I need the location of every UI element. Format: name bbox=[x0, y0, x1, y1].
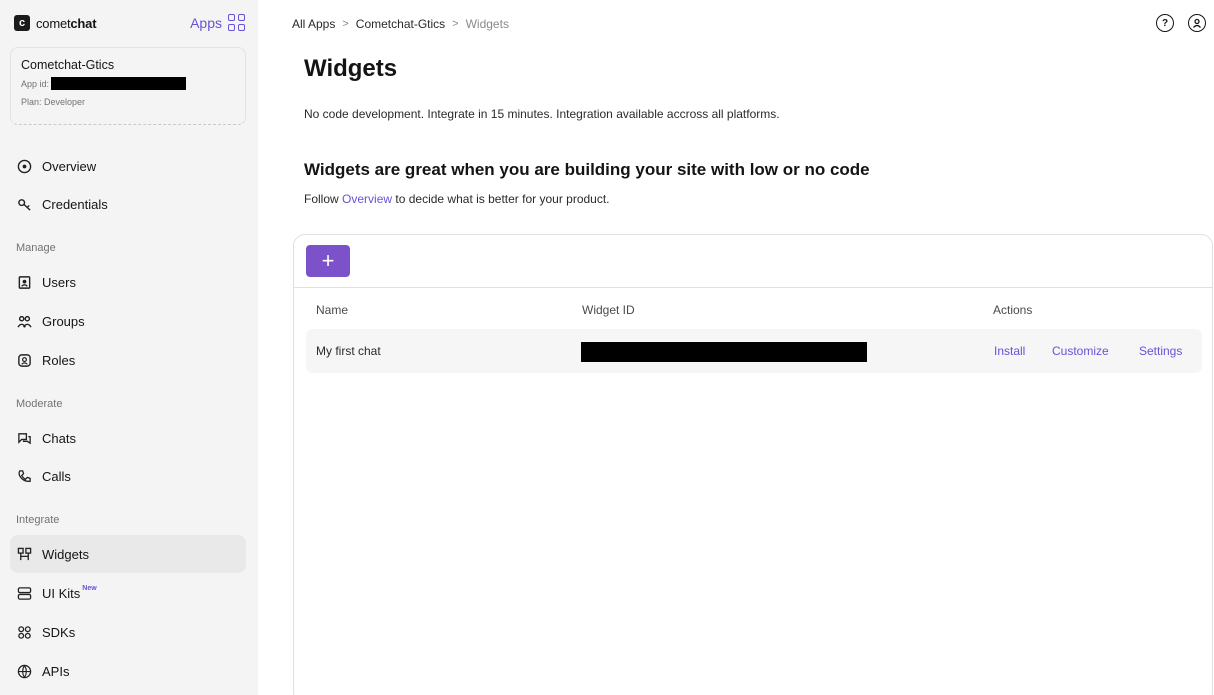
overview-link[interactable]: Overview bbox=[342, 192, 392, 206]
profile-icon[interactable] bbox=[1188, 14, 1206, 32]
sidebar-item-label: Credentials bbox=[42, 196, 108, 212]
widgets-icon bbox=[16, 546, 32, 562]
brand-logo-link[interactable]: c cometchat bbox=[14, 15, 97, 31]
sidebar: c cometchat Apps Cometchat-Gtics App id:… bbox=[0, 0, 258, 695]
sidebar-item-credentials[interactable]: Credentials bbox=[10, 185, 246, 223]
widget-id-redacted bbox=[581, 342, 867, 362]
breadcrumb-separator: > bbox=[452, 18, 459, 30]
section-label-moderate: Moderate bbox=[16, 398, 63, 410]
sidebar-item-label: UI Kits bbox=[42, 585, 81, 601]
divider bbox=[294, 287, 1212, 288]
cometchat-logo-icon: c bbox=[14, 15, 30, 31]
app-card[interactable]: Cometchat-Gtics App id: Plan: Developer bbox=[10, 47, 246, 125]
ui-kits-icon bbox=[16, 585, 32, 601]
apis-icon bbox=[16, 663, 32, 679]
sidebar-item-label: APIs bbox=[42, 663, 70, 679]
users-icon bbox=[16, 274, 32, 290]
apps-grid-icon bbox=[228, 14, 246, 32]
sidebar-item-sdks[interactable]: SDKs bbox=[10, 613, 246, 651]
brand-row: c cometchat Apps bbox=[14, 12, 246, 34]
credentials-icon bbox=[16, 196, 32, 212]
table-row: My first chat Install Customize Settings bbox=[306, 329, 1202, 373]
sidebar-item-users[interactable]: Users bbox=[10, 263, 246, 301]
breadcrumb-current: Widgets bbox=[465, 17, 509, 31]
chats-icon bbox=[16, 430, 32, 446]
sidebar-item-groups[interactable]: Groups bbox=[10, 302, 246, 340]
page-title: Widgets bbox=[304, 55, 398, 82]
section-label-integrate: Integrate bbox=[16, 514, 60, 526]
apps-link-label: Apps bbox=[190, 15, 222, 31]
overview-icon bbox=[16, 158, 32, 174]
widgets-panel: + Name Widget ID Actions My first chat I… bbox=[293, 234, 1213, 695]
breadcrumb-all-apps[interactable]: All Apps bbox=[292, 17, 335, 31]
sidebar-item-apis[interactable]: APIs bbox=[10, 652, 246, 690]
customize-link[interactable]: Customize bbox=[1052, 344, 1109, 358]
sidebar-item-label: Widgets bbox=[42, 546, 89, 562]
app-id-redacted bbox=[51, 77, 187, 90]
widget-name: My first chat bbox=[316, 344, 381, 358]
install-link[interactable]: Install bbox=[994, 344, 1025, 358]
breadcrumb-separator: > bbox=[342, 18, 349, 30]
section-title: Widgets are great when you are building … bbox=[304, 160, 870, 179]
sidebar-item-roles[interactable]: Roles bbox=[10, 341, 246, 379]
settings-link[interactable]: Settings bbox=[1139, 344, 1182, 358]
section-label-manage: Manage bbox=[16, 242, 56, 254]
sidebar-item-label: Users bbox=[42, 274, 76, 290]
brand-name: cometchat bbox=[36, 15, 97, 31]
sidebar-item-widgets[interactable]: Widgets bbox=[10, 535, 246, 573]
column-header-name: Name bbox=[316, 303, 349, 317]
add-widget-button[interactable]: + bbox=[306, 245, 350, 277]
sidebar-item-ui-kits[interactable]: UI Kits New bbox=[10, 574, 246, 612]
column-header-widget-id: Widget ID bbox=[582, 303, 635, 317]
app-name: Cometchat-Gtics bbox=[21, 58, 115, 72]
apps-link[interactable]: Apps bbox=[190, 14, 246, 32]
roles-icon bbox=[16, 352, 32, 368]
sidebar-item-label: Overview bbox=[42, 158, 97, 174]
sidebar-item-label: SDKs bbox=[42, 624, 76, 640]
app-id-label: App id: bbox=[21, 78, 50, 89]
page-subtitle: No code development. Integrate in 15 min… bbox=[304, 107, 780, 121]
column-header-actions: Actions bbox=[993, 303, 1033, 317]
sidebar-item-overview[interactable]: Overview bbox=[10, 147, 246, 185]
sidebar-item-label: Calls bbox=[42, 468, 71, 484]
help-icon[interactable]: ? bbox=[1156, 14, 1174, 32]
sdks-icon bbox=[16, 624, 32, 640]
groups-icon bbox=[16, 313, 32, 329]
sidebar-item-label: Groups bbox=[42, 313, 85, 329]
top-icons: ? bbox=[1156, 14, 1206, 32]
breadcrumb-app[interactable]: Cometchat-Gtics bbox=[356, 17, 445, 31]
new-badge: New bbox=[82, 584, 97, 592]
calls-icon bbox=[16, 468, 32, 484]
sidebar-item-calls[interactable]: Calls bbox=[10, 457, 246, 495]
sidebar-item-label: Chats bbox=[42, 430, 76, 446]
sidebar-item-label: Roles bbox=[42, 352, 76, 368]
breadcrumb: All Apps > Cometchat-Gtics > Widgets bbox=[292, 17, 509, 31]
app-plan: Plan: Developer bbox=[21, 97, 86, 107]
sidebar-item-chats[interactable]: Chats bbox=[10, 419, 246, 457]
section-description: Follow Overview to decide what is better… bbox=[304, 192, 610, 206]
